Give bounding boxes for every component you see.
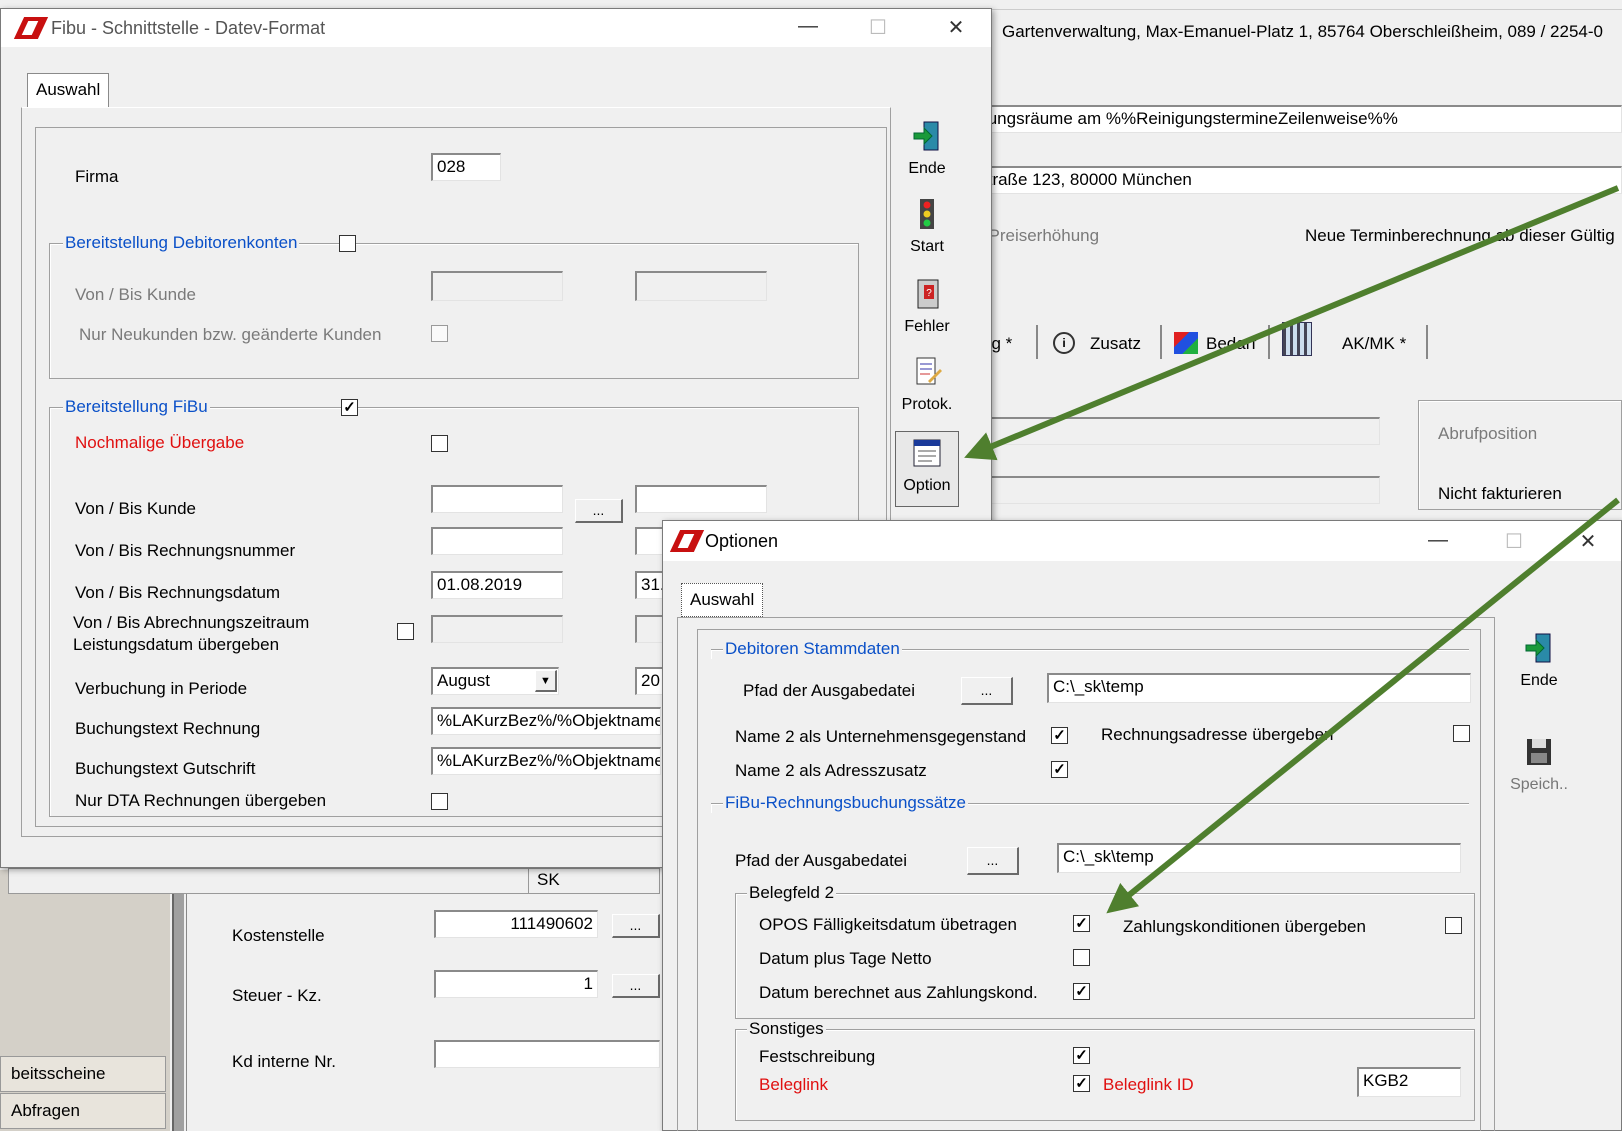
annotation-arrows [964,185,1620,914]
arrow-to-opos [1106,497,1620,914]
arrow-to-option [964,185,1620,461]
